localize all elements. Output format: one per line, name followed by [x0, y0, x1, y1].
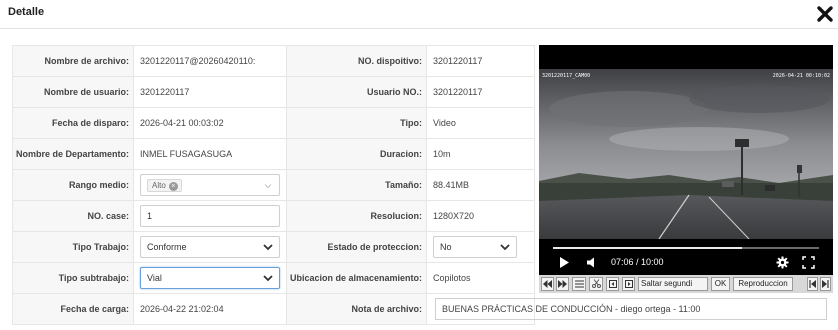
play-icon[interactable] — [558, 256, 570, 269]
scissors-icon — [591, 279, 601, 288]
playback-toolbar: Saltar segundi OK Reproduccion — [539, 275, 833, 293]
user-no-label: Usuario NO.: — [286, 76, 427, 108]
protection-label: Estado de proteccion: — [286, 231, 427, 263]
fast-forward-icon — [558, 280, 567, 288]
header-divider — [0, 28, 838, 29]
ok-button[interactable]: OK — [711, 277, 730, 291]
list-icon — [574, 280, 584, 288]
skip-end-icon — [822, 280, 829, 288]
settings-icon[interactable] — [776, 256, 789, 269]
chip-remove-icon[interactable]: × — [168, 182, 178, 191]
dialog-header: Detalle — [0, 0, 838, 30]
video-overlay-id: 3201220117_CAM00 — [542, 73, 591, 79]
skip-start-icon — [809, 280, 816, 288]
next-frame-button[interactable] — [622, 277, 635, 291]
device-no-label: NO. dispoitivo: — [286, 45, 427, 77]
close-icon[interactable] — [815, 4, 835, 24]
video-frame — [539, 69, 833, 239]
clip-button[interactable] — [589, 277, 603, 291]
range-label: Rango medio: — [12, 169, 134, 201]
device-no-value: 3201220117 — [426, 45, 535, 77]
work-type-selected: Conforme — [147, 242, 187, 252]
department-label: Nombre de Departamento: — [12, 138, 134, 170]
subwork-type-select[interactable]: Vial — [140, 267, 280, 289]
chevron-down-icon — [263, 244, 273, 251]
size-value: 88.41MB — [426, 169, 535, 201]
video-player[interactable]: 3201220117_CAM00 2026-04-21 00:10:02 07:… — [539, 45, 833, 293]
file-note-input[interactable]: BUENAS PRÁCTICAS DE CONDUCCIÓN - diego o… — [435, 298, 827, 320]
department-value: INMEL FUSAGASUGA — [133, 138, 287, 170]
resolution-value: 1280X720 — [426, 200, 535, 232]
video-controls: 07:06 / 10:00 — [539, 253, 833, 273]
range-multiselect[interactable]: Alto × — [140, 174, 280, 196]
dialog-title: Detalle — [8, 6, 45, 18]
subwork-type-label: Tipo subtrabajo: — [12, 262, 134, 294]
frame-forward-icon — [624, 280, 633, 288]
file-note-label: Nota de archivo: — [286, 293, 427, 325]
skip-seconds-input[interactable]: Saltar segundi — [638, 277, 708, 291]
resolution-label: Resolucion: — [286, 200, 427, 232]
work-type-select[interactable]: Conforme — [140, 236, 280, 258]
upload-date-label: Fecha de carga: — [12, 293, 134, 325]
chevron-down-icon — [263, 275, 273, 282]
user-no-value: 3201220117 — [426, 76, 535, 108]
subwork-type-selected: Vial — [147, 273, 162, 283]
volume-icon[interactable] — [585, 256, 597, 269]
fast-forward-button[interactable] — [556, 277, 569, 291]
detail-table: Nombre de archivo: 3201220117@2026042011… — [12, 45, 827, 325]
video-overlay-timestamp: 2026-04-21 00:10:02 — [772, 73, 830, 79]
skip-end-button[interactable] — [820, 277, 831, 291]
case-no-label: NO. case: — [12, 200, 134, 232]
type-label: Tipo: — [286, 107, 427, 139]
skip-start-button[interactable] — [807, 277, 818, 291]
chevron-down-icon — [264, 184, 272, 189]
trigger-date-label: Fecha de disparo: — [12, 107, 134, 139]
protection-selected: No — [440, 242, 452, 252]
type-value: Video — [426, 107, 535, 139]
work-type-label: Tipo Trabajo: — [12, 231, 134, 263]
file-name-label: Nombre de archivo: — [12, 45, 134, 77]
trigger-date-value: 2026-04-21 00:03:02 — [133, 107, 287, 139]
video-time: 07:06 / 10:00 — [611, 257, 664, 267]
case-no-input[interactable]: 1 — [140, 205, 280, 227]
rewind-icon — [543, 280, 552, 288]
storage-label: Ubicacion de almacenamiento: — [286, 262, 427, 294]
list-button[interactable] — [572, 277, 586, 291]
upload-date-value: 2026-04-22 21:02:04 — [133, 293, 287, 325]
video-progress-fill — [553, 247, 742, 249]
file-name-value: 3201220117@20260420110: — [133, 45, 287, 77]
reproduccion-button[interactable]: Reproduccion — [733, 277, 793, 291]
rewind-button[interactable] — [541, 277, 554, 291]
frame-back-icon — [608, 280, 617, 288]
protection-select[interactable]: No — [433, 236, 517, 258]
storage-value: Copilotos — [426, 262, 535, 294]
user-name-label: Nombre de usuario: — [12, 76, 134, 108]
fullscreen-icon[interactable] — [802, 256, 815, 269]
duration-value: 10m — [426, 138, 535, 170]
user-name-value: 3201220117 — [133, 76, 287, 108]
range-chip: Alto × — [147, 179, 182, 192]
size-label: Tamaño: — [286, 169, 427, 201]
duration-label: Duracion: — [286, 138, 427, 170]
chevron-down-icon — [500, 244, 510, 251]
video-progress-bar[interactable] — [553, 247, 819, 249]
prev-frame-button[interactable] — [606, 277, 619, 291]
